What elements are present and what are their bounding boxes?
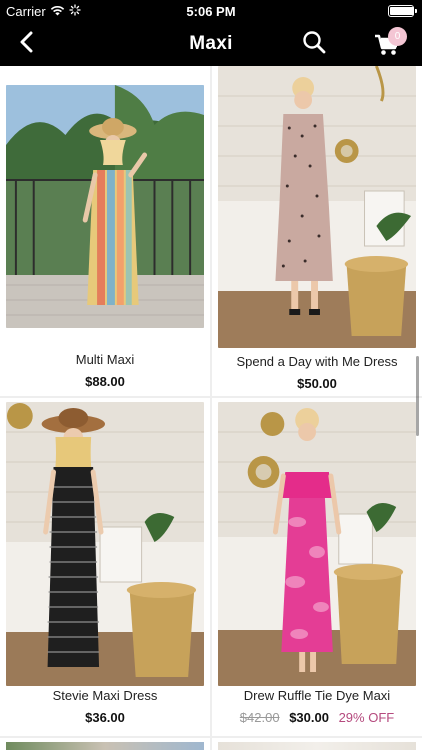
product-price-row: $36.00	[0, 710, 210, 725]
scroll-indicator[interactable]	[416, 356, 419, 436]
cart-count-badge: 0	[388, 27, 407, 46]
product-image	[218, 66, 416, 348]
navigation-bar: Maxi 0	[0, 22, 422, 66]
product-image	[218, 402, 416, 686]
product-price: $36.00	[85, 710, 125, 725]
product-price-row: $50.00	[212, 376, 422, 391]
product-price: $50.00	[297, 376, 337, 391]
status-time: 5:06 PM	[186, 4, 236, 19]
cart-button[interactable]: 0	[372, 27, 407, 60]
product-card[interactable]	[0, 738, 210, 750]
battery-fill	[390, 7, 414, 15]
discount-badge: 29% OFF	[338, 710, 395, 725]
product-price-row: $42.00 $30.00 29% OFF	[212, 710, 422, 725]
product-price-row: $88.00	[0, 374, 210, 389]
product-price: $88.00	[85, 374, 125, 389]
product-image	[6, 85, 204, 328]
status-bar: Carrier 5:06 PM	[0, 0, 422, 22]
product-card[interactable]: Drew Ruffle Tie Dye Maxi $42.00 $30.00 2…	[212, 398, 422, 736]
product-card[interactable]: Stevie Maxi Dress $36.00	[0, 398, 210, 736]
product-image	[6, 402, 204, 686]
product-card[interactable]: Spend a Day with Me Dress $50.00	[212, 66, 422, 396]
product-card[interactable]	[212, 738, 422, 750]
battery-icon	[388, 5, 417, 17]
product-card[interactable]: Multi Maxi $88.00	[0, 66, 210, 396]
product-name: Stevie Maxi Dress	[52, 688, 158, 703]
product-image	[218, 742, 416, 750]
search-button[interactable]	[300, 30, 328, 58]
product-image	[6, 742, 204, 750]
product-name: Multi Maxi	[75, 352, 135, 367]
product-price: $30.00	[289, 710, 329, 725]
product-name: Drew Ruffle Tie Dye Maxi	[243, 688, 391, 703]
product-name: Spend a Day with Me Dress	[236, 354, 398, 369]
product-original-price: $42.00	[239, 710, 280, 725]
product-grid: Multi Maxi $88.00 Spend a Day with Me Dr…	[0, 66, 422, 750]
page-title: Maxi	[189, 33, 233, 54]
search-icon	[302, 30, 326, 59]
